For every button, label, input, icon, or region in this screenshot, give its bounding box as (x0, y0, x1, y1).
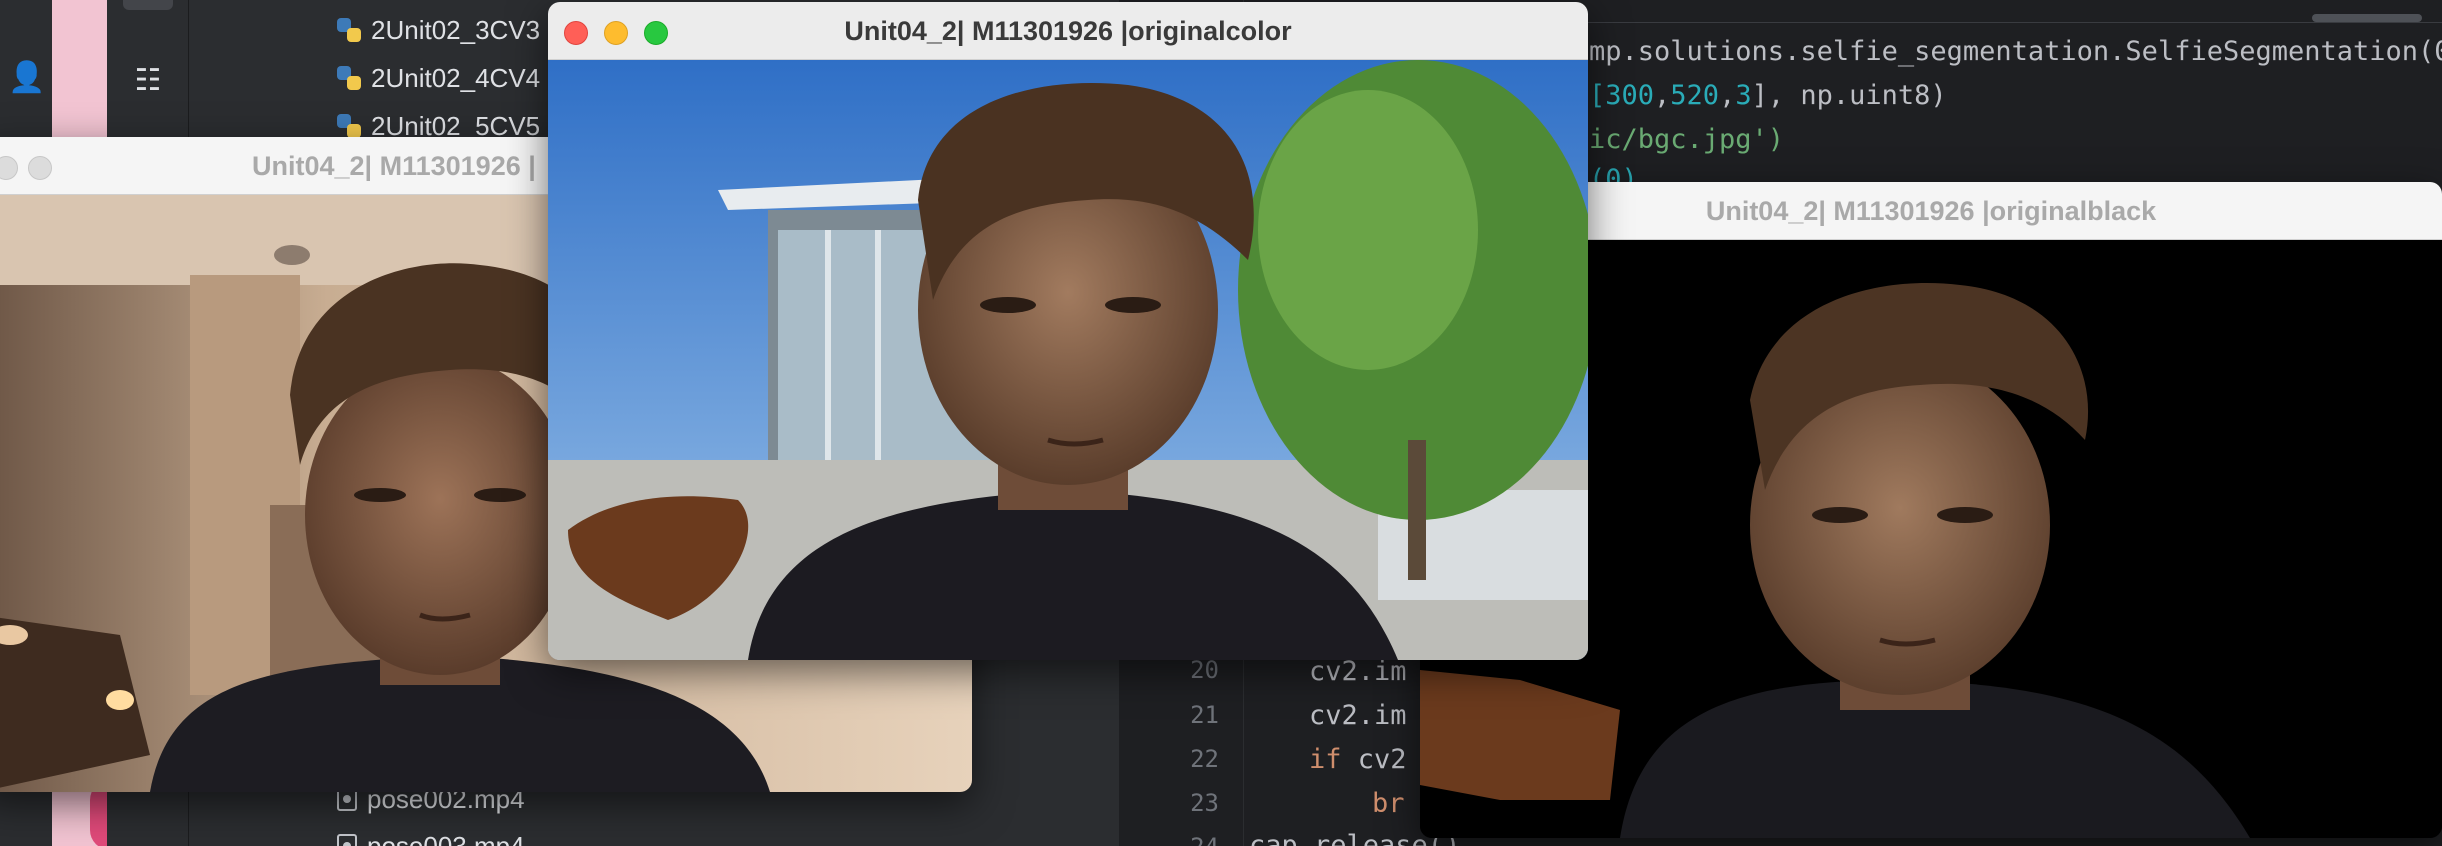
tree-item-label: 2Unit02_4CV4 (371, 62, 541, 93)
line-number: 23 (1190, 789, 1219, 817)
line-number: 22 (1190, 745, 1219, 773)
segmented-frame-background (548, 60, 1588, 660)
window-title: Unit04_2| M11301926 |originalcolor (844, 16, 1292, 46)
segmented-image-background (548, 60, 1588, 660)
python-file-icon (337, 114, 361, 138)
video-file-icon (337, 834, 357, 846)
structure-icon[interactable]: ☷ (123, 56, 173, 106)
add-user-icon[interactable]: 👤 (8, 60, 48, 100)
line-number: 21 (1190, 701, 1219, 729)
tree-item-python-file[interactable]: 2Unit02_3CV3 (337, 10, 540, 50)
code-line: mp.solutions.selfie_segmentation.SelfieS… (1589, 36, 2442, 67)
opencv-window-originalcolor[interactable]: Unit04_2| M11301926 |originalcolor (548, 2, 1588, 660)
tree-item-label: pose003.mp4 (367, 830, 525, 846)
window-titlebar[interactable]: Unit04_2| M11301926 |originalcolor (548, 2, 1588, 60)
python-file-icon (337, 18, 361, 42)
python-file-icon (337, 66, 361, 90)
tool-button-top[interactable] (123, 0, 173, 10)
code-line: br (1372, 788, 1405, 819)
line-number: 20 (1190, 656, 1219, 684)
tree-item-python-file[interactable]: 2Unit02_4CV4 (337, 58, 540, 98)
code-line: cv2.im (1309, 656, 1407, 687)
code-line: if cv2 (1309, 744, 1407, 775)
code-line: cv2.im (1309, 700, 1407, 731)
horizontal-scrollbar[interactable] (2312, 14, 2422, 22)
line-number: 24 (1119, 833, 1219, 846)
tree-item-label: 2Unit02_3CV3 (371, 14, 541, 45)
tree-item-video-file[interactable]: pose003.mp4 (337, 826, 525, 846)
code-line: ic/bgc.jpg') (1589, 124, 1785, 155)
code-line: [300,520,3], np.uint8) (1589, 80, 1947, 111)
